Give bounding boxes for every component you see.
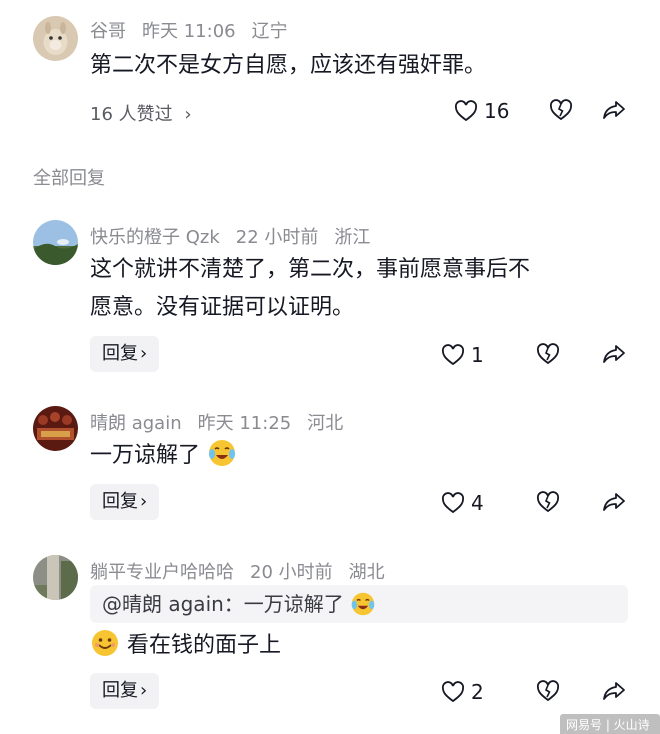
share-button[interactable] [602,343,626,365]
chevron-right-icon: › [140,680,148,701]
like-button[interactable]: 1 [441,343,484,367]
comment-text-body: 一万谅解了 [90,443,201,468]
comment-location: 湖北 [348,562,385,583]
comment-location: 辽宁 [251,21,288,42]
comment-text: 看在钱的面子上 [90,627,281,665]
comment-meta: 躺平专业户哈哈哈 20 小时前 湖北 [90,558,401,584]
comment-text-line: 这个就讲不清楚了，第二次，事前愿意事后不 [90,257,531,282]
share-arrow-icon [603,493,625,511]
laugh-cry-emoji [351,592,375,616]
dislike-button[interactable] [536,491,560,513]
like-button[interactable]: 16 [454,99,509,123]
broken-heart-icon [549,99,573,121]
like-count: 1 [471,343,484,367]
comment-text-line: 愿意。没有证据可以证明。 [90,295,355,320]
share-button[interactable] [602,491,626,513]
avatar-qinglang[interactable] [33,406,78,451]
share-arrow-icon [603,345,625,363]
dislike-button[interactable] [536,680,560,702]
avatar-orange[interactable] [33,220,78,265]
quoted-reply-text: @晴朗 again：一万谅解了 [102,592,344,616]
heart-outline-icon [454,100,478,122]
reply-button[interactable]: 回复 › [90,673,160,709]
reply-label: 回复 [102,491,138,512]
comment-time: 昨天 11:06 [142,21,236,42]
author-name[interactable]: 晴朗 again [90,413,182,434]
share-arrow-icon [603,682,625,700]
quoted-reply[interactable]: @晴朗 again：一万谅解了 [90,585,628,623]
chevron-right-icon: › [140,491,148,512]
like-count: 4 [471,491,484,515]
broken-heart-icon [536,343,560,365]
heart-outline-icon [441,681,465,703]
heart-outline-icon [441,492,465,514]
avatar-guge[interactable] [33,16,78,61]
comment-text: 一万谅解了 [90,437,237,475]
like-button[interactable]: 4 [441,491,484,515]
share-button[interactable] [602,99,626,121]
comment-time: 昨天 11:25 [197,413,292,434]
likes-list-label: 16 人赞过 [90,104,173,125]
comment-text-body: 看在钱的面子上 [127,633,282,658]
like-count: 2 [471,680,484,704]
author-name[interactable]: 快乐的橙子 Qzk [90,227,220,248]
laugh-cry-emoji [209,440,236,466]
dislike-button[interactable] [549,99,573,121]
watermark: 网易号 | 火山诗话 [560,714,660,734]
chevron-right-icon: › [140,343,148,364]
like-button[interactable]: 2 [441,680,484,704]
reply-label: 回复 [102,343,138,364]
comment-location: 浙江 [334,227,371,248]
like-count: 16 [484,99,510,123]
share-arrow-icon [603,101,625,119]
chevron-right-icon: › [184,104,192,125]
comment-time: 22 小时前 [235,227,319,248]
dislike-button[interactable] [536,343,560,365]
comment-time: 20 小时前 [250,562,333,583]
comment-meta: 晴朗 again 昨天 11:25 河北 [90,409,359,435]
broken-heart-icon [536,491,560,513]
comment-location: 河北 [307,413,344,434]
comment-meta: 快乐的橙子 Qzk 22 小时前 浙江 [90,223,386,249]
reply-button[interactable]: 回复 › [90,336,160,372]
broken-heart-icon [536,680,560,702]
all-replies-title: 全部回复 [33,168,105,189]
share-button[interactable] [602,680,626,702]
comment-meta: 谷哥 昨天 11:06 辽宁 [90,17,304,43]
reply-label: 回复 [102,680,138,701]
smile-emoji [92,630,118,656]
author-name[interactable]: 谷哥 [90,21,126,42]
avatar-tangping[interactable] [33,555,78,600]
comment-text: 第二次不是女方自愿，应该还有强奸罪。 [90,53,487,78]
heart-outline-icon [441,344,465,366]
likes-list-link[interactable]: 16 人赞过 › [90,100,192,126]
reply-button[interactable]: 回复 › [90,484,160,520]
author-name[interactable]: 躺平专业户哈哈哈 [90,562,234,583]
